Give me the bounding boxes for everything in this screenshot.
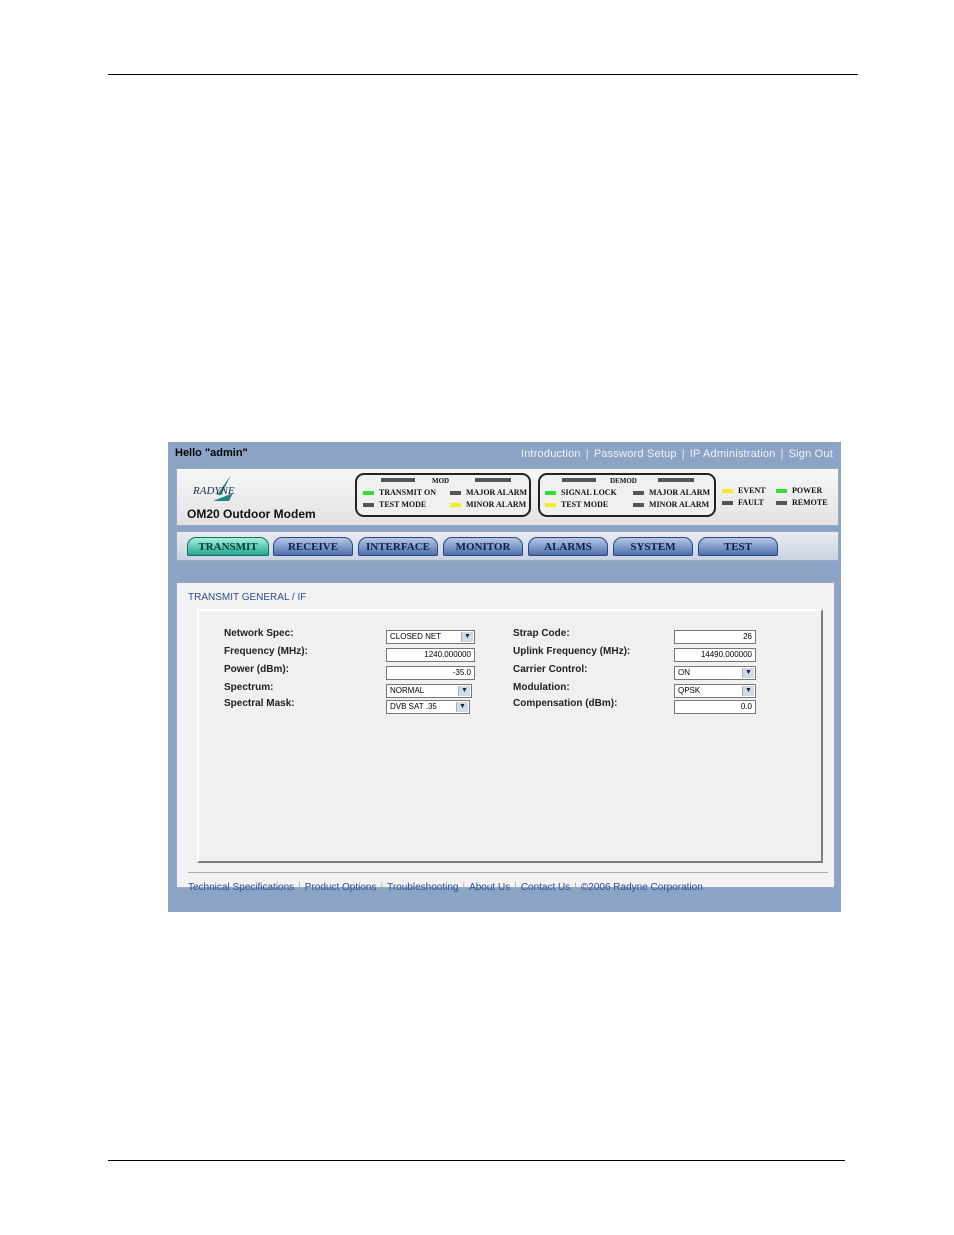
strap-code-input[interactable]: 26 [674,630,756,644]
web-ui-screenshot: Hello "admin" Introduction | Password Setu… [168,442,841,912]
led-demod-major-alarm: MAJOR ALARM [633,488,710,497]
link-sign-out[interactable]: Sign Out [789,448,833,460]
mod-panel: MOD TRANSMIT ON MAJOR ALARM TEST MODE MI… [355,473,531,517]
top-links: Introduction | Password Setup | IP Administr… [520,448,833,460]
led-demod-minor-alarm: MINOR ALARM [633,500,709,509]
chevron-down-icon: ▼ [456,702,468,712]
section-title: TRANSMIT GENERAL / IF [188,592,307,603]
strap-code-label: Strap Code: [513,628,570,639]
spectral-mask-label: Spectral Mask: [224,698,295,709]
tab-system[interactable]: SYSTEM [613,537,693,556]
frequency-label: Frequency (MHz): [224,646,308,657]
led-event: EVENT [722,486,766,495]
led-indicator [776,489,787,494]
led-indicator [363,503,374,508]
footer-divider [188,872,828,873]
footer-link-technical-specifications[interactable]: Technical Specifications [188,882,294,893]
chevron-down-icon: ▼ [742,668,754,678]
modulation-value: QPSK [678,686,701,695]
led-power: POWER [776,486,822,495]
modulation-select[interactable]: QPSK ▼ [674,684,756,698]
mod-panel-title: MOD [432,477,450,485]
led-indicator [450,491,461,496]
chevron-down-icon: ▼ [458,686,470,696]
footer-links: Technical Specifications | Product Options… [188,882,703,893]
network-spec-label: Network Spec: [224,628,294,639]
led-indicator [633,491,644,496]
footer-link-about-us[interactable]: About Us [469,882,510,893]
led-indicator [722,501,733,506]
tab-bar: TRANSMIT RECEIVE INTERFACE MONITOR ALARM… [176,531,839,561]
power-input[interactable]: -35.0 [386,666,475,680]
compensation-label: Compensation (dBm): [513,698,618,709]
led-indicator [545,503,556,508]
logo-text: RADYNE [193,485,235,497]
link-ip-administration[interactable]: IP Administration [690,448,776,460]
page-bottom-rule [108,1160,845,1161]
led-signal-lock: SIGNAL LOCK [545,488,617,497]
demod-panel: DEMOD SIGNAL LOCK MAJOR ALARM TEST MODE … [538,473,716,517]
modulation-label: Modulation: [513,682,570,693]
tab-interface[interactable]: INTERFACE [358,537,438,556]
copyright: ©2006 Radyne Corporation [580,882,703,893]
footer-link-product-options[interactable]: Product Options [305,882,377,893]
product-name: OM20 Outdoor Modem [187,507,316,521]
footer-link-troubleshooting[interactable]: Troubleshooting [387,882,458,893]
content-panel: TRANSMIT GENERAL / IF Network Spec: CLOS… [176,582,835,893]
spectral-mask-value: DVB SAT .35 [390,702,437,711]
compensation-input[interactable]: 0.0 [674,700,756,714]
header: RADYNE OM20 Outdoor Modem MOD TRANSMIT O… [176,468,839,526]
page-top-rule [108,74,858,75]
carrier-control-select[interactable]: ON ▼ [674,666,756,680]
led-indicator [722,489,733,494]
demod-bar-left [562,478,596,482]
demod-panel-title: DEMOD [610,477,637,485]
led-mod-minor-alarm: MINOR ALARM [450,500,526,509]
mod-bar-right [475,478,511,482]
link-password-setup[interactable]: Password Setup [594,448,677,460]
led-remote: REMOTE [776,498,828,507]
demod-bar-right [658,478,694,482]
spectral-mask-select[interactable]: DVB SAT .35 ▼ [386,700,470,714]
led-mod-major-alarm: MAJOR ALARM [450,488,527,497]
mod-bar-left [381,478,415,482]
led-demod-test-mode: TEST MODE [545,500,608,509]
led-indicator [450,503,461,508]
carrier-control-label: Carrier Control: [513,664,588,675]
uplink-frequency-input[interactable]: 14490.000000 [674,648,756,662]
carrier-control-value: ON [678,668,690,677]
radyne-logo: RADYNE [193,475,253,505]
network-spec-value: CLOSED NET [390,632,442,641]
led-indicator [545,491,556,496]
tab-receive[interactable]: RECEIVE [273,537,353,556]
led-indicator [633,503,644,508]
power-label: Power (dBm): [224,664,289,675]
spectrum-value: NORMAL [390,686,425,695]
frequency-input[interactable]: 1240.000000 [386,648,475,662]
tab-test[interactable]: TEST [698,537,778,556]
link-introduction[interactable]: Introduction [521,448,581,460]
led-fault: FAULT [722,498,764,507]
spectrum-select[interactable]: NORMAL ▼ [386,684,472,698]
tab-monitor[interactable]: MONITOR [443,537,523,556]
led-transmit-on: TRANSMIT ON [363,488,436,497]
chevron-down-icon: ▼ [742,686,754,696]
uplink-frequency-label: Uplink Frequency (MHz): [513,646,631,657]
top-bar: Hello "admin" Introduction | Password Setu… [168,442,841,466]
tab-alarms[interactable]: ALARMS [528,537,608,556]
led-indicator [363,491,374,496]
spectrum-label: Spectrum: [224,682,274,693]
led-mod-test-mode: TEST MODE [363,500,426,509]
tab-transmit[interactable]: TRANSMIT [187,537,269,556]
greeting: Hello "admin" [175,447,248,459]
transmit-form: Network Spec: CLOSED NET ▼ Frequency (MH… [197,609,823,863]
led-indicator [776,501,787,506]
chevron-down-icon: ▼ [461,632,473,642]
network-spec-select[interactable]: CLOSED NET ▼ [386,630,475,644]
footer-link-contact-us[interactable]: Contact Us [521,882,570,893]
